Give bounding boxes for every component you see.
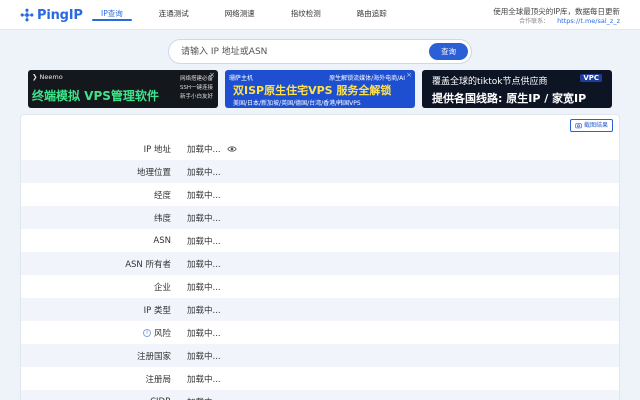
row-label: 注册国家 [21,350,171,362]
table-row: 注册国家 加载中... [21,344,619,367]
row-value-text: 加载中... [187,144,221,155]
row-value-text: 加载中... [187,305,221,316]
ad-side-text: 网络搭建必备 SSH一键连接 新手小白友好 [179,76,213,100]
table-row: IP 地址 加载中... [21,137,619,160]
row-label: IP 类型 [21,304,171,316]
row-label: CIDR [21,397,171,400]
row-label-text: 风险 [153,328,171,339]
row-value: 加载中... [187,166,221,178]
row-label: ASN [21,236,171,246]
row-value-text: 加载中... [187,328,221,339]
ad-banner-neemo[interactable]: ❯ Neemo 终端模拟 VPS管理软件 网络搭建必备 SSH一键连接 新手小白… [28,70,218,108]
contact-label: 合作联系： [519,18,550,25]
table-row: IP 类型 加载中... [21,298,619,321]
logo[interactable]: PingIP [20,6,83,24]
info-icon[interactable]: i [142,328,151,337]
table-row: 纬度 加载中... [21,206,619,229]
search-input[interactable] [181,45,421,59]
row-value: 加载中... [187,235,221,247]
ad-tag: 原生解锁流媒体/海外电商/AI [329,75,405,82]
row-value: 加载中... [187,327,221,339]
ad-banner-vps[interactable]: 珊萨主机 原生解锁流媒体/海外电商/AI 双ISP原生住宅VPS 服务全解锁 美… [225,70,415,108]
row-value-text: 加载中... [187,351,221,362]
contact-info: 合作联系： https://t.me/sal_z_z [519,16,620,25]
table-row: 注册局 加载中... [21,367,619,390]
row-value: 加载中... [187,189,221,201]
search-bar: 查询 [168,39,472,64]
row-label-text: 经度 [153,190,171,201]
row-label-text: 纬度 [153,213,171,224]
ad-title: 终端模拟 VPS管理软件 [32,89,159,103]
row-value: 加载中... [187,373,221,385]
nav-speed-test[interactable]: 网络测速 [216,0,264,30]
ad-brand: ❯ Neemo [32,73,63,81]
row-value-text: 加载中... [187,374,221,385]
brand-name: PingIP [37,7,83,23]
contact-link[interactable]: https://t.me/sal_z_z [557,17,620,25]
nav-connectivity-test[interactable]: 连通测试 [150,0,198,30]
row-value: 加载中... [187,258,221,270]
row-value-text: 加载中... [187,396,221,400]
main-nav: IP查询 连通测试 网络测速 指纹检测 路由追踪 [92,0,414,30]
row-value-text: 加载中... [187,213,221,224]
ping-logo-icon [20,8,34,22]
table-row: ASN 所有者 加载中... [21,252,619,275]
row-value: 加载中... [187,304,221,316]
top-header: PingIP IP查询 连通测试 网络测速 指纹检测 路由追踪 使用全球最顶尖的… [0,0,640,30]
screenshot-result-button[interactable]: 截图结果 [569,119,613,132]
row-value: 加载中... [187,396,221,400]
nav-ip-lookup[interactable]: IP查询 [92,0,132,30]
nav-fingerprint[interactable]: 指纹检测 [282,0,330,30]
row-label-text: 企业 [153,282,171,293]
table-row: i 风险 加载中... [21,321,619,344]
row-label: 地理位置 [21,166,171,178]
table-row: CIDR 加载中... [21,390,619,400]
eye-icon[interactable] [226,144,237,154]
row-value-text: 加载中... [187,282,221,293]
row-value-text: 加载中... [187,259,221,270]
ad-close-icon[interactable]: × [406,71,412,79]
ad-subtitle: 提供各国线路: 原生IP / 家宽IP [432,92,587,105]
row-label-text: IP 类型 [143,305,171,316]
row-label-text: IP 地址 [143,144,171,155]
row-value: 加载中... [187,281,221,293]
result-table: IP 地址 加载中... 地理位置 加载中... 经度 加载中... 纬度 加载中... ASN… [21,137,619,400]
row-value-text: 加载中... [187,190,221,201]
row-label: 注册局 [21,373,171,385]
row-label-text: 注册国家 [136,351,171,362]
ad-logo: VPC [580,74,602,82]
row-label-text: CIDR [150,397,171,400]
table-row: ASN 加载中... [21,229,619,252]
ad-brand: 珊萨主机 [229,75,254,82]
screenshot-result-label: 截图结果 [583,122,608,129]
row-label: IP 地址 [21,143,171,155]
screenshot-icon [575,123,582,129]
table-row: 企业 加载中... [21,275,619,298]
table-row: 经度 加载中... [21,183,619,206]
row-value: 加载中... [187,212,221,224]
ad-title: 覆盖全球的tiktok节点供应商 [432,77,548,87]
nav-traceroute[interactable]: 路由追踪 [348,0,396,30]
row-value: 加载中... [187,350,221,362]
row-label: ASN 所有者 [21,258,171,270]
result-panel: 截图结果 IP 地址 加载中... 地理位置 加载中... 经度 加载中... 纬度 加载中.… [20,114,620,400]
ad-subtitle: 美国/日本/新加坡/英国/德国/台湾/香港/韩国VPS [233,100,361,107]
ad-close-icon[interactable]: × [209,71,215,79]
row-label: 经度 [21,189,171,201]
row-label: i 风险 [21,327,171,339]
ad-banner-tiktok[interactable]: 覆盖全球的tiktok节点供应商 提供各国线路: 原生IP / 家宽IP VPC [422,70,612,108]
row-value-text: 加载中... [187,167,221,178]
ad-title: 双ISP原生住宅VPS 服务全解锁 [233,84,392,97]
row-label-text: 注册局 [145,374,171,385]
row-label-text: ASN 所有者 [125,259,171,270]
row-label: 企业 [21,281,171,293]
row-label-text: 地理位置 [136,167,171,178]
query-button[interactable]: 查询 [429,43,468,60]
row-label: 纬度 [21,212,171,224]
table-row: 地理位置 加载中... [21,160,619,183]
row-value-text: 加载中... [187,236,221,247]
row-value: 加载中... [187,143,237,155]
row-label-text: ASN [153,235,171,246]
